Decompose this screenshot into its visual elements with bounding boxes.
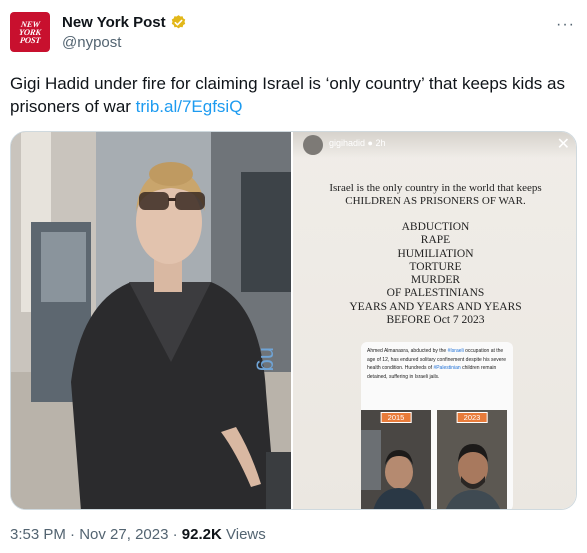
caption-hashtag: #Israeli xyxy=(447,348,464,354)
story-list-item: TORTURE xyxy=(409,260,462,273)
meta-separator: · xyxy=(70,526,76,543)
story-headline: Israel is the only country in the world … xyxy=(293,182,576,208)
post-image-right: 2023 xyxy=(437,410,507,509)
caption-part: Ahmed Almanasra, abducted by the xyxy=(367,348,448,354)
views-count: 92.2K xyxy=(181,526,222,543)
story-username: gigihadid xyxy=(329,138,366,148)
tweet-time[interactable]: 3:53 PM xyxy=(10,526,66,543)
story-age: 2h xyxy=(375,138,386,148)
photo-illustration: ng xyxy=(11,132,291,509)
meta-separator: · xyxy=(172,526,178,543)
tweet-header: NEW YORK POST New York Post @nypost ··· xyxy=(10,12,577,60)
story-line-2: CHILDREN AS PRISONERS OF WAR. xyxy=(345,195,526,207)
year-tag-2015: 2015 xyxy=(380,412,412,423)
story-avatar xyxy=(303,135,323,155)
post-caption: Ahmed Almanasra, abducted by the #Israel… xyxy=(367,347,507,381)
svg-text:ng: ng xyxy=(256,347,281,371)
tweet-body: Gigi Hadid under fire for claiming Israe… xyxy=(10,74,565,116)
story-list-item: BEFORE Oct 7 2023 xyxy=(386,314,485,327)
story-list-item: RAPE xyxy=(420,234,451,247)
story-list: ABDUCTION RAPE HUMILIATION TORTURE MURDE… xyxy=(293,221,576,327)
story-list-item: OF PALESTINIANS xyxy=(386,287,485,300)
story-header: gigihadid ● 2h ✕ xyxy=(293,132,576,158)
story-list-item: MURDER xyxy=(410,274,461,287)
more-horizontal-icon[interactable]: ··· xyxy=(556,16,575,34)
author-names: New York Post @nypost xyxy=(62,14,187,51)
story-user: gigihadid ● 2h xyxy=(329,138,386,148)
tweet-meta: 3:53 PM · Nov 27, 2023 · 92.2K Views xyxy=(10,526,266,543)
embedded-post: Ahmed Almanasra, abducted by the #Israel… xyxy=(361,342,513,509)
tweet-text: Gigi Hadid under fire for claiming Israe… xyxy=(10,72,575,118)
handle[interactable]: @nypost xyxy=(62,34,187,51)
story-list-item: ABDUCTION xyxy=(401,221,470,233)
story-list-item: YEARS AND YEARS AND YEARS xyxy=(349,300,522,313)
close-icon: ✕ xyxy=(556,136,570,153)
media-container[interactable]: ng gigihadid ● 2h ✕ Israel is the only c… xyxy=(10,131,577,510)
caption-hashtag: #Palestinian xyxy=(433,365,461,371)
photo-instagram-story[interactable]: gigihadid ● 2h ✕ Israel is the only coun… xyxy=(293,132,576,509)
tweet-date[interactable]: Nov 27, 2023 xyxy=(79,526,168,543)
photo-gigi-street[interactable]: ng xyxy=(11,132,291,509)
views-label: Views xyxy=(226,526,266,543)
year-tag-2023: 2023 xyxy=(456,412,488,423)
post-image-right-illustration xyxy=(437,410,507,509)
story-line-1: Israel is the only country in the world … xyxy=(329,182,542,194)
avatar[interactable]: NEW YORK POST xyxy=(10,12,50,52)
verified-badge-icon[interactable] xyxy=(170,14,187,31)
post-image-left-illustration xyxy=(361,410,431,509)
story-list-item: HUMILIATION xyxy=(397,247,474,260)
post-image-left: 2015 xyxy=(361,410,431,509)
avatar-text-3: POST xyxy=(19,35,41,45)
display-name[interactable]: New York Post xyxy=(62,14,166,31)
tweet-link[interactable]: trib.al/7EgfsiQ xyxy=(136,97,243,116)
display-name-row[interactable]: New York Post xyxy=(62,14,187,31)
